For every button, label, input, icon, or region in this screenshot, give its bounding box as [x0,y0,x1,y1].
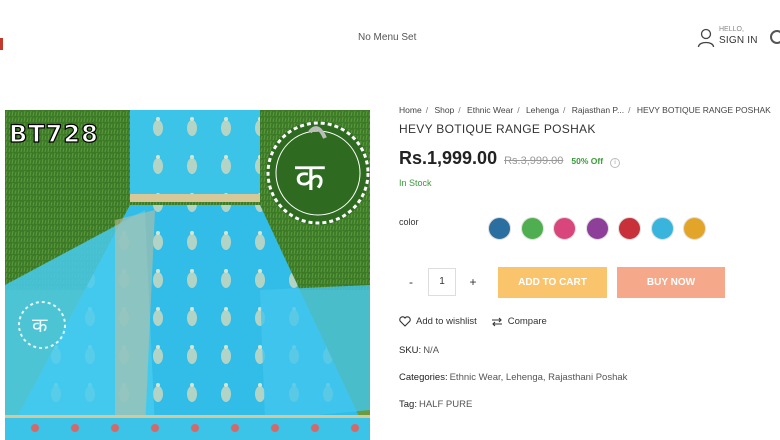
compare-link[interactable]: Compare [491,316,547,327]
color-swatch-green[interactable] [520,217,544,240]
color-swatch-sky[interactable] [650,217,674,240]
color-swatch-purple[interactable] [585,217,609,240]
categories-row: Categories: Ethnic Wear, Lehenga, Rajasth… [399,372,627,383]
info-icon[interactable]: i [610,158,621,168]
categories-value[interactable]: Ethnic Wear, Lehenga, Rajasthani Poshak [450,372,628,383]
compare-label: Compare [507,316,547,327]
tag-row: Tag: HALF PURE [399,399,472,410]
tag-value[interactable]: HALF PURE [419,399,472,410]
color-swatch-mustard[interactable] [683,217,706,240]
product-actions: Add to wishlist Compare [399,316,561,327]
watermark-glyph: क [32,313,48,337]
product-title: HEVY BOTIQUE RANGE POSHAK [399,122,596,136]
color-swatch-blue[interactable] [488,217,511,240]
add-to-cart-button[interactable]: ADD TO CART [498,267,607,298]
quantity-stepper: - 1 + [399,268,485,296]
breadcrumb: Home / Shop / Ethnic Wear / Lehenga / Rajast… [399,105,771,115]
qty-input[interactable]: 1 [428,268,456,296]
product-image[interactable]: BT728 क क [5,110,370,440]
stock-status: In Stock [399,178,432,188]
color-swatches [488,217,716,240]
site-header: No Menu Set HELLO, SIGN IN [0,0,780,80]
categories-label: Categories: [399,372,448,383]
tag-label: Tag: [399,399,417,410]
breadcrumb-current: HEVY BOTIQUE RANGE POSHAK [636,105,771,115]
breadcrumb-home[interactable]: Home [399,105,422,115]
heart-icon [399,316,411,327]
brand-logo-glyph: क [295,155,325,199]
breadcrumb-rajasthan[interactable]: Rajasthan P... [572,105,624,115]
original-price: Rs.3,999.00 [504,155,564,167]
wishlist-label: Add to wishlist [416,316,477,327]
greeting-text: HELLO, [719,26,744,33]
discount-badge: 50% Off [571,156,604,166]
sku-label: SKU: [399,345,422,356]
main-menu: No Menu Set [358,32,417,43]
user-icon [697,28,715,48]
site-logo[interactable] [0,38,3,50]
wishlist-link[interactable]: Add to wishlist [399,316,477,327]
compare-icon [491,317,502,326]
cart-icon[interactable] [770,30,780,44]
breadcrumb-lehenga[interactable]: Lehenga [526,105,559,115]
qty-decrease-button[interactable]: - [399,268,423,296]
sku-row: SKU: N/A [399,345,439,356]
account-link[interactable]: HELLO, SIGN IN [697,26,758,48]
current-price: Rs.1,999.00 [399,148,498,168]
buy-now-button[interactable]: BUY NOW [617,267,725,298]
color-swatch-pink[interactable] [553,217,576,240]
signin-link[interactable]: SIGN IN [719,36,758,46]
price-row: Rs.1,999.00 Rs.3,999.00 50% Off i [399,148,621,169]
breadcrumb-ethnic-wear[interactable]: Ethnic Wear [467,105,513,115]
sku-value: N/A [423,345,440,356]
color-swatch-red[interactable] [618,217,641,240]
qty-increase-button[interactable]: + [461,268,485,296]
color-label: color [399,217,419,227]
product-code-overlay: BT728 [8,119,99,148]
breadcrumb-shop[interactable]: Shop [434,105,454,115]
